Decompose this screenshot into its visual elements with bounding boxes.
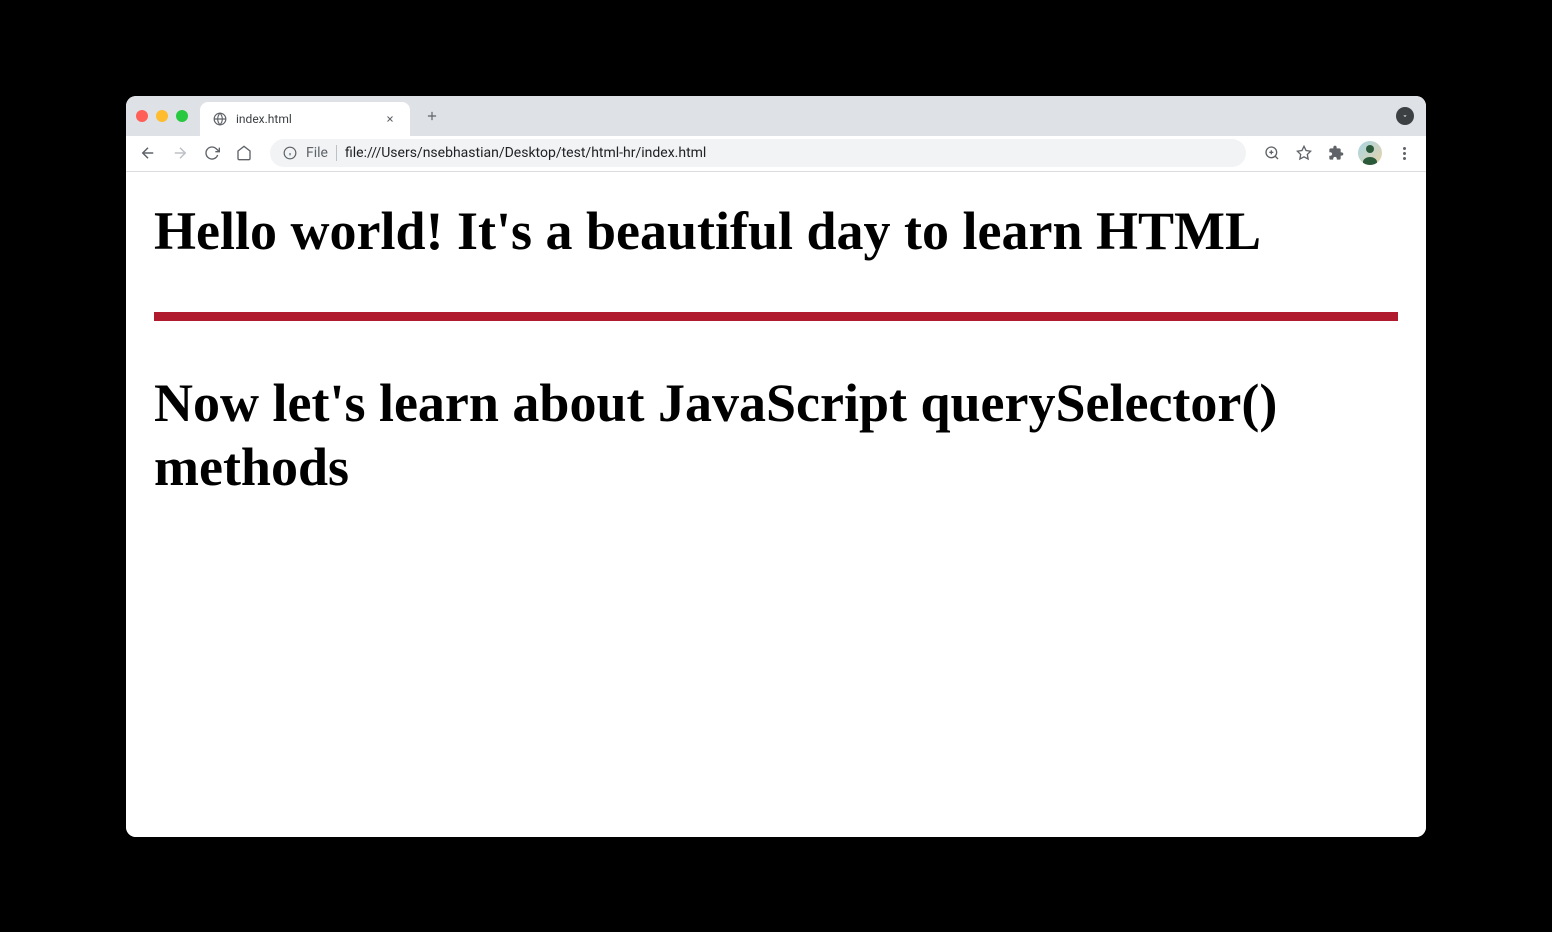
- info-icon[interactable]: [282, 145, 298, 161]
- maximize-window-button[interactable]: [176, 110, 188, 122]
- zoom-icon[interactable]: [1258, 139, 1286, 167]
- address-url: file:///Users/nsebhastian/Desktop/test/h…: [345, 145, 1234, 161]
- page-heading-1: Hello world! It's a beautiful day to lea…: [154, 200, 1398, 262]
- toolbar: File file:///Users/nsebhastian/Desktop/t…: [126, 136, 1426, 172]
- close-window-button[interactable]: [136, 110, 148, 122]
- extensions-icon[interactable]: [1322, 139, 1350, 167]
- profile-avatar[interactable]: [1358, 141, 1382, 165]
- page-content: Hello world! It's a beautiful day to lea…: [126, 172, 1426, 837]
- forward-button[interactable]: [166, 139, 194, 167]
- minimize-window-button[interactable]: [156, 110, 168, 122]
- reload-button[interactable]: [198, 139, 226, 167]
- horizontal-rule: [154, 312, 1398, 321]
- browser-tab[interactable]: index.html: [200, 102, 410, 136]
- browser-window: index.html: [126, 96, 1426, 837]
- new-tab-button[interactable]: [418, 102, 446, 130]
- globe-icon: [212, 111, 228, 127]
- back-button[interactable]: [134, 139, 162, 167]
- tab-bar: index.html: [126, 96, 1426, 136]
- window-controls: [136, 110, 188, 122]
- page-heading-2: Now let's learn about JavaScript querySe…: [154, 371, 1398, 501]
- toolbar-right: [1258, 139, 1418, 167]
- tab-search-button[interactable]: [1396, 107, 1414, 125]
- address-bar[interactable]: File file:///Users/nsebhastian/Desktop/t…: [270, 139, 1246, 167]
- bookmark-icon[interactable]: [1290, 139, 1318, 167]
- home-button[interactable]: [230, 139, 258, 167]
- menu-button[interactable]: [1390, 139, 1418, 167]
- close-tab-button[interactable]: [382, 111, 398, 127]
- address-scheme-label: File: [306, 145, 337, 161]
- tab-bar-right: [1396, 107, 1414, 125]
- tab-title: index.html: [236, 112, 374, 126]
